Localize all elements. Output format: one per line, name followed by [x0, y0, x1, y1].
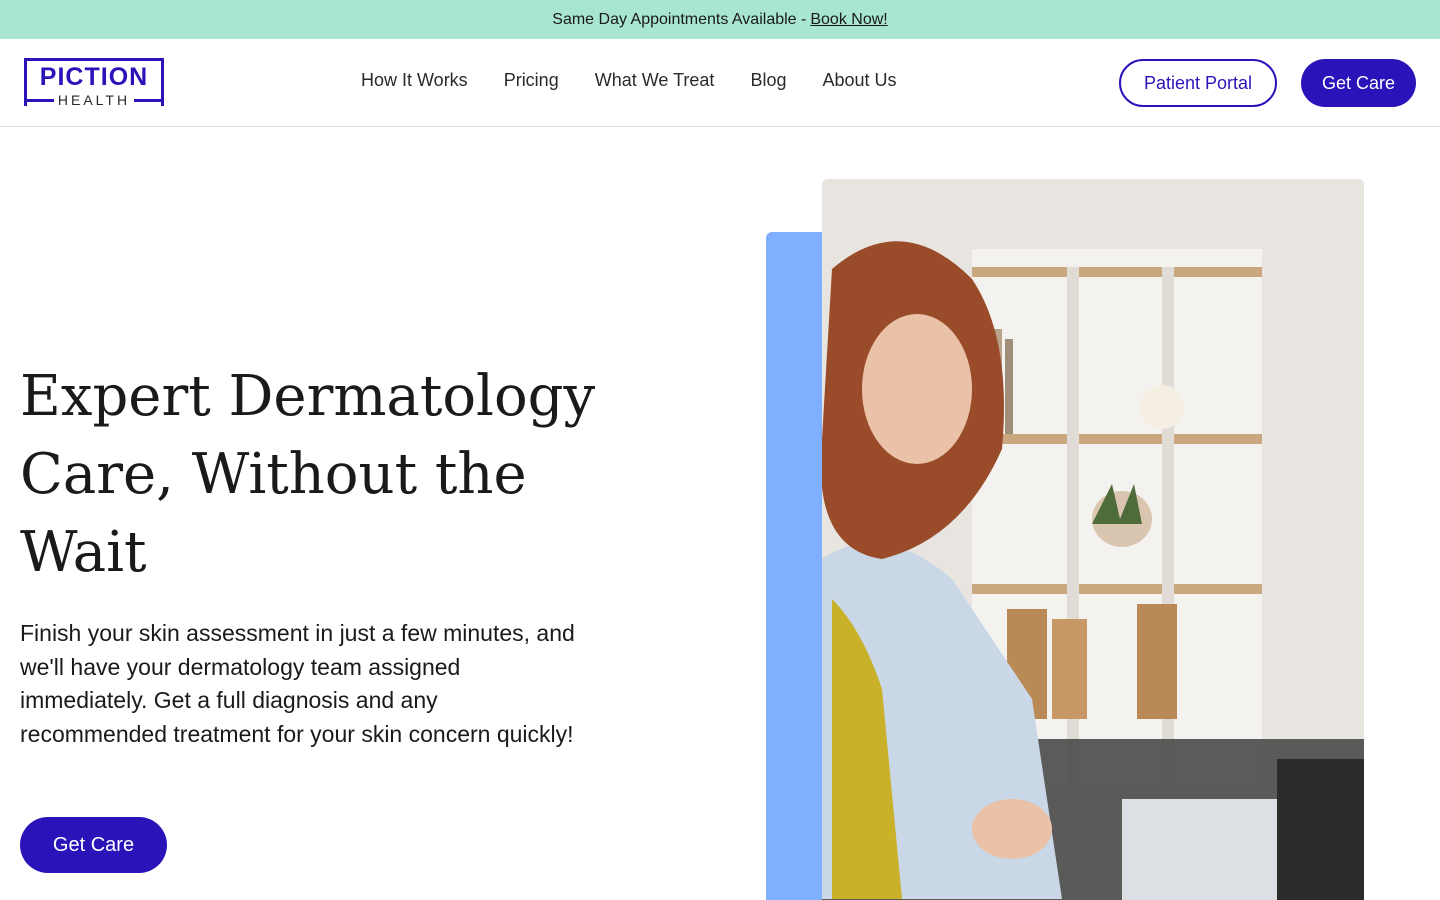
header-get-care-button[interactable]: Get Care	[1301, 59, 1416, 107]
piction-health-logo[interactable]: PICTION HEALTH	[24, 58, 164, 108]
logo-line-2: HEALTH	[57, 92, 131, 108]
hero-description: Finish your skin assessment in just a fe…	[20, 620, 575, 747]
site-header: PICTION HEALTH How It Works Pricing What…	[0, 39, 1440, 127]
nav-blog[interactable]: Blog	[750, 70, 786, 91]
nav-how-it-works[interactable]: How It Works	[361, 70, 468, 91]
hero-title: Expert Dermatology Care, Without the Wai…	[20, 364, 596, 585]
logo-line-1: PICTION	[39, 63, 149, 91]
nav-about-us[interactable]: About Us	[822, 70, 896, 91]
announcement-bar: Same Day Appointments Available - Book N…	[0, 0, 1440, 39]
nav-what-we-treat[interactable]: What We Treat	[595, 70, 715, 91]
hero-get-care-button[interactable]: Get Care	[20, 817, 167, 873]
announcement-text: Same Day Appointments Available -	[552, 10, 807, 28]
main-nav: How It Works Pricing What We Treat Blog …	[361, 70, 897, 91]
nav-pricing[interactable]: Pricing	[504, 70, 559, 91]
hero-doctor-photo	[822, 179, 1364, 900]
patient-portal-button[interactable]: Patient Portal	[1119, 59, 1277, 107]
book-now-link[interactable]: Book Now!	[810, 11, 887, 29]
doctor-illustration	[822, 179, 1364, 900]
